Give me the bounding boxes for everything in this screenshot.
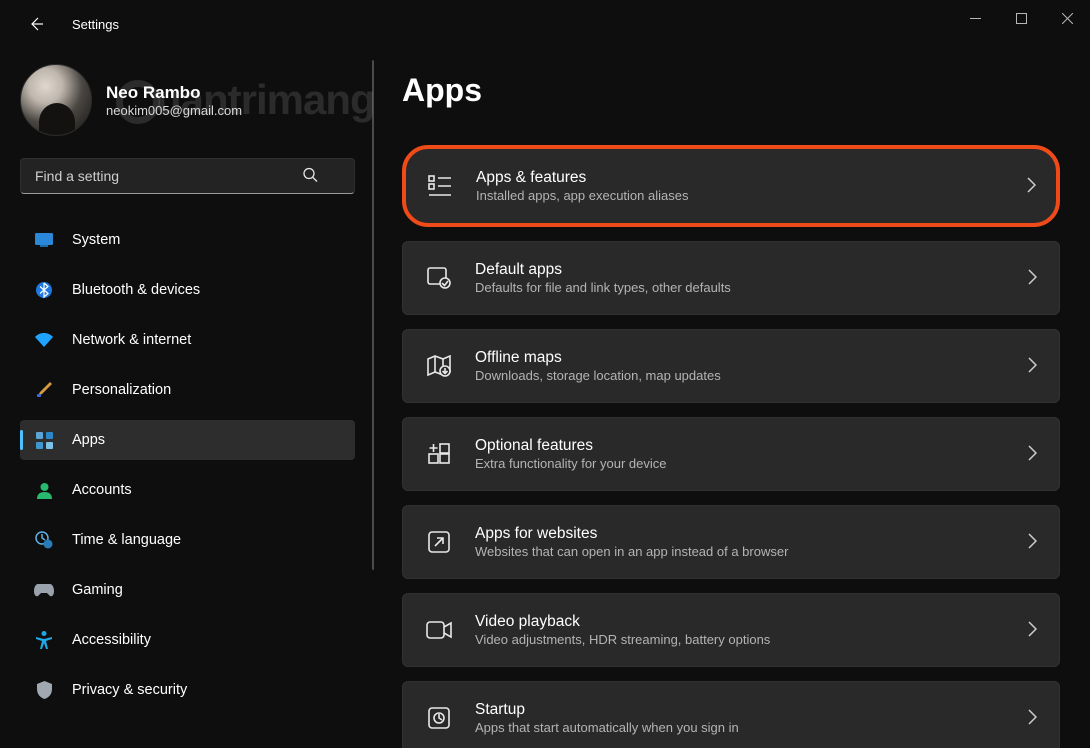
sidebar-item-label: Network & internet: [72, 332, 191, 348]
window-title: Settings: [72, 17, 119, 32]
card-title: Offline maps: [475, 349, 1014, 367]
sidebar-item-personalization[interactable]: Personalization: [20, 370, 355, 410]
video-icon: [425, 616, 453, 644]
search-wrapper: [20, 158, 352, 194]
content: Apps Apps & features Installed apps, app…: [362, 48, 1090, 748]
sidebar-item-label: Personalization: [72, 382, 171, 398]
sidebar-item-time-language[interactable]: Time & language: [20, 520, 355, 560]
apps-icon: [34, 430, 54, 450]
sidebar-item-accessibility[interactable]: Accessibility: [20, 620, 355, 660]
card-title: Startup: [475, 701, 1014, 719]
sidebar-item-apps[interactable]: Apps: [20, 420, 355, 460]
window-controls: [952, 0, 1090, 48]
sidebar-item-network[interactable]: Network & internet: [20, 320, 355, 360]
sidebar-item-label: Bluetooth & devices: [72, 282, 200, 298]
card-video-playback[interactable]: Video playback Video adjustments, HDR st…: [402, 593, 1060, 667]
sidebar-item-label: Privacy & security: [72, 682, 187, 698]
chevron-right-icon: [1028, 269, 1037, 288]
startup-icon: [425, 704, 453, 732]
chevron-right-icon: [1028, 709, 1037, 728]
sidebar-item-label: Gaming: [72, 582, 123, 598]
sidebar-item-privacy[interactable]: Privacy & security: [20, 670, 355, 710]
maximize-icon: [1016, 13, 1027, 24]
cards: Apps & features Installed apps, app exec…: [402, 145, 1060, 748]
chevron-right-icon: [1028, 357, 1037, 376]
bluetooth-icon: [34, 280, 54, 300]
close-icon: [1062, 13, 1073, 24]
card-title: Default apps: [475, 261, 1014, 279]
accounts-icon: [34, 480, 54, 500]
sidebar-item-label: Apps: [72, 432, 105, 448]
card-desc: Extra functionality for your device: [475, 456, 1014, 471]
card-title: Apps for websites: [475, 525, 1014, 543]
sidebar: uantrimang Neo Rambo neokim005@gmail.com…: [0, 48, 362, 748]
chevron-right-icon: [1028, 445, 1037, 464]
open-external-icon: [425, 528, 453, 556]
sidebar-item-label: Accessibility: [72, 632, 151, 648]
search-input[interactable]: [20, 158, 355, 194]
titlebar: Settings: [0, 0, 1090, 48]
paintbrush-icon: [34, 380, 54, 400]
sidebar-item-accounts[interactable]: Accounts: [20, 470, 355, 510]
minimize-button[interactable]: [952, 2, 998, 34]
close-button[interactable]: [1044, 2, 1090, 34]
back-button[interactable]: [16, 4, 56, 44]
system-icon: [34, 230, 54, 250]
chevron-right-icon: [1028, 533, 1037, 552]
main-layout: uantrimang Neo Rambo neokim005@gmail.com…: [0, 48, 1090, 748]
sidebar-item-label: Accounts: [72, 482, 132, 498]
card-desc: Installed apps, app execution aliases: [476, 188, 1013, 203]
sidebar-item-label: System: [72, 232, 120, 248]
sidebar-item-gaming[interactable]: Gaming: [20, 570, 355, 610]
clock-globe-icon: [34, 530, 54, 550]
card-desc: Apps that start automatically when you s…: [475, 720, 1014, 735]
avatar: [20, 64, 92, 136]
sidebar-item-bluetooth[interactable]: Bluetooth & devices: [20, 270, 355, 310]
profile-block[interactable]: uantrimang Neo Rambo neokim005@gmail.com: [20, 64, 352, 136]
wifi-icon: [34, 330, 54, 350]
optional-features-icon: [425, 440, 453, 468]
minimize-icon: [970, 13, 981, 24]
page-title: Apps: [402, 72, 1060, 109]
shield-icon: [34, 680, 54, 700]
card-offline-maps[interactable]: Offline maps Downloads, storage location…: [402, 329, 1060, 403]
map-download-icon: [425, 352, 453, 380]
gamepad-icon: [34, 580, 54, 600]
arrow-left-icon: [28, 16, 44, 32]
profile-email: neokim005@gmail.com: [106, 103, 242, 118]
card-apps-for-websites[interactable]: Apps for websites Websites that can open…: [402, 505, 1060, 579]
card-default-apps[interactable]: Default apps Defaults for file and link …: [402, 241, 1060, 315]
card-startup[interactable]: Startup Apps that start automatically wh…: [402, 681, 1060, 748]
accessibility-icon: [34, 630, 54, 650]
card-desc: Video adjustments, HDR streaming, batter…: [475, 632, 1014, 647]
maximize-button[interactable]: [998, 2, 1044, 34]
profile-name: Neo Rambo: [106, 83, 242, 103]
card-optional-features[interactable]: Optional features Extra functionality fo…: [402, 417, 1060, 491]
card-desc: Defaults for file and link types, other …: [475, 280, 1014, 295]
card-desc: Downloads, storage location, map updates: [475, 368, 1014, 383]
chevron-right-icon: [1027, 177, 1036, 196]
card-desc: Websites that can open in an app instead…: [475, 544, 1014, 559]
chevron-right-icon: [1028, 621, 1037, 640]
default-apps-icon: [425, 264, 453, 292]
sidebar-item-label: Time & language: [72, 532, 181, 548]
card-title: Video playback: [475, 613, 1014, 631]
card-apps-features[interactable]: Apps & features Installed apps, app exec…: [402, 145, 1060, 227]
list-icon: [426, 172, 454, 200]
card-title: Optional features: [475, 437, 1014, 455]
nav: System Bluetooth & devices Network & int…: [20, 220, 352, 710]
sidebar-item-system[interactable]: System: [20, 220, 355, 260]
card-title: Apps & features: [476, 169, 1013, 187]
